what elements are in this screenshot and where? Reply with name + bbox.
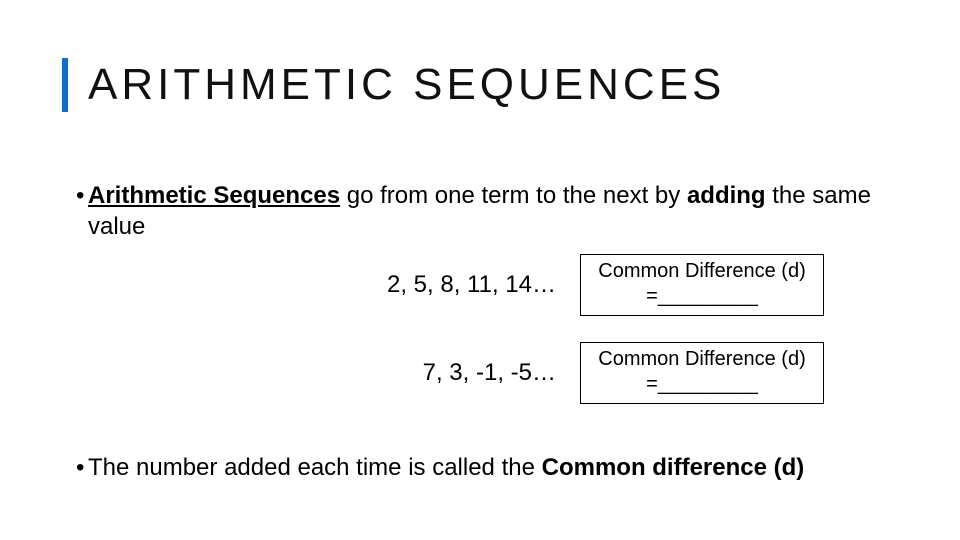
bullet-2-bold: Common difference (d) bbox=[542, 454, 805, 481]
slide: ARITHMETIC SEQUENCES • Arithmetic Sequen… bbox=[0, 0, 960, 540]
bullet-1: • Arithmetic Sequences go from one term … bbox=[76, 180, 896, 242]
title-block: ARITHMETIC SEQUENCES bbox=[62, 58, 725, 112]
slide-body: • Arithmetic Sequences go from one term … bbox=[76, 180, 896, 494]
bullet-2-text: The number added each time is called the… bbox=[88, 452, 896, 483]
bullet-2: • The number added each time is called t… bbox=[76, 452, 896, 483]
difference-box-2-line1: Common Difference (d) bbox=[597, 347, 807, 372]
bullet-1-text: Arithmetic Sequences go from one term to… bbox=[88, 180, 896, 242]
bullet-dot: • bbox=[76, 180, 84, 211]
difference-box-2-line2: =_________ bbox=[597, 372, 807, 397]
difference-box-2: Common Difference (d) =_________ bbox=[580, 342, 824, 404]
bullet-dot: • bbox=[76, 452, 84, 483]
bullet-2-lead: The number added each time is called the bbox=[88, 454, 542, 481]
sequence-row-2: 7, 3, -1, -5… Common Difference (d) =___… bbox=[76, 342, 896, 404]
bullet-1-term: Arithmetic Sequences bbox=[88, 182, 340, 209]
bullet-1-bold: adding bbox=[687, 182, 766, 209]
sequence-2: 7, 3, -1, -5… bbox=[76, 359, 580, 387]
slide-title: ARITHMETIC SEQUENCES bbox=[88, 58, 725, 112]
accent-bar bbox=[62, 58, 68, 112]
difference-box-1-line1: Common Difference (d) bbox=[597, 259, 807, 284]
difference-box-1: Common Difference (d) =_________ bbox=[580, 254, 824, 316]
bullet-1-rest-a: go from one term to the next by bbox=[340, 182, 687, 209]
difference-box-1-line2: =_________ bbox=[597, 284, 807, 309]
sequence-1: 2, 5, 8, 11, 14… bbox=[76, 271, 580, 299]
sequence-row-1: 2, 5, 8, 11, 14… Common Difference (d) =… bbox=[76, 254, 896, 316]
